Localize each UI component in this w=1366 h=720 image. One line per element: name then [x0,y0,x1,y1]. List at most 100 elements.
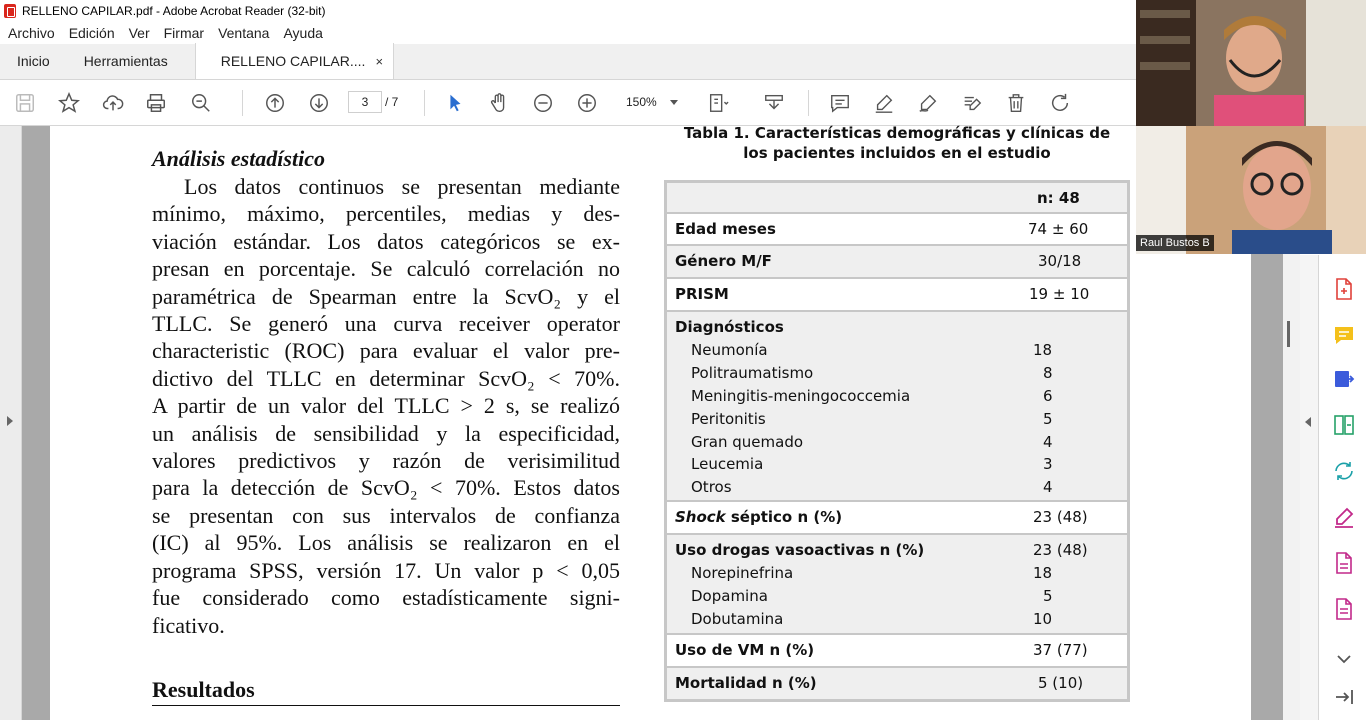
diagnosis-name: Neumonía [691,341,768,359]
tab-herramientas[interactable]: Herramientas [67,43,185,79]
para-line: mínimo, máximo, percentiles, medias y de… [152,201,620,227]
menu-edicion[interactable]: Edición [69,25,115,41]
table-row: Género M/F 30/18 [667,246,1127,277]
right-panel-toggle[interactable] [1300,255,1318,720]
menu-archivo[interactable]: Archivo [8,25,55,41]
zoom-out-icon[interactable] [531,91,555,115]
scroll-mode-icon[interactable] [762,91,786,115]
para-line: TLLC. Se generó una curva receiver opera… [152,311,620,337]
row-value: 37 (77) [1033,641,1088,659]
upload-cloud-icon[interactable] [101,91,125,115]
table-title: Tabla 1. Características demográficas y … [662,123,1132,163]
para-line: (IC) al 95%. Los análisis se realizaron … [152,530,620,556]
row-label: Edad meses [675,220,776,238]
diagnosis-name: Leucemia [691,455,764,473]
chevron-down-icon[interactable] [1332,647,1356,671]
participant-name-label: Raul Bustos B [1136,235,1214,251]
table-title-line: Tabla 1. Características demográficas y … [683,124,1111,142]
section-rule [152,705,620,706]
row-label: Uso de VM n (%) [675,641,815,659]
row-label: Shock séptico n (%) [675,508,842,526]
menu-ayuda[interactable]: Ayuda [283,25,322,41]
star-icon[interactable] [57,91,81,115]
export-pdf-icon[interactable] [1332,367,1356,391]
row-label: PRISM [675,285,729,303]
para-line: A partir de un valor del TLLC > 2 s, se … [152,393,620,419]
collapse-arrow-icon [1305,417,1311,427]
menu-ventana[interactable]: Ventana [218,25,269,41]
para-line: presan en porcentaje. Se calculó correla… [152,256,620,282]
diagnosis-value: 6 [1043,387,1053,405]
diagnosis-value: 4 [1043,478,1053,496]
select-cursor-icon[interactable] [443,91,467,115]
tab-document[interactable]: RELLENO CAPILAR.... × [194,43,395,79]
row-value: 30/18 [1038,252,1082,270]
para-line: para la detección de ScvO₂ < 70%. Estos … [152,475,620,501]
row-label-rest: séptico n (%) [725,508,843,526]
zoom-in-icon[interactable] [575,91,599,115]
highlight-pen-icon[interactable] [872,91,896,115]
zoom-search-icon[interactable] [189,91,213,115]
results-heading: Resultados [152,677,255,702]
page-up-icon[interactable] [263,91,287,115]
page-number-input[interactable]: 3 [348,91,382,113]
diagnosis-value: 3 [1043,455,1053,473]
para-line: programa SPSS, versión 17. Un valor p < … [152,557,620,583]
table-title-line: los pacientes incluidos en el estudio [743,144,1051,162]
row-value: 5 (10) [1038,674,1084,692]
page-down-icon[interactable] [307,91,331,115]
delete-icon[interactable] [1004,91,1028,115]
rotate-icon[interactable] [1048,91,1072,115]
drug-value: 5 [1043,587,1053,605]
para-line: fue considerado como estadísticamente si… [152,585,620,611]
row-label: Uso drogas vasoactivas n (%) [675,541,925,559]
left-panel-toggle[interactable] [0,126,22,720]
para-line: ficativo. [152,612,225,638]
menu-firmar[interactable]: Firmar [164,25,204,41]
row-label: Mortalidad n (%) [675,674,817,692]
body-paragraph: Los datos continuos se presentan mediant… [152,173,620,639]
table-row: Uso de VM n (%) 37 (77) [667,635,1127,666]
page-total: / 7 [385,95,399,109]
comment-icon[interactable] [828,91,852,115]
drug-name: Norepinefrina [691,564,794,582]
row-label: Género M/F [675,252,772,270]
protect-pdf-icon[interactable] [1332,551,1356,575]
more-tools-icon[interactable] [1332,597,1356,621]
scrollbar-thumb[interactable] [1287,321,1290,347]
draw-icon[interactable] [916,91,940,115]
page-fit-icon[interactable] [706,91,730,115]
row-label: Diagnósticos [675,318,784,336]
webcam-participant-1 [1136,0,1366,126]
table-header-row: n: 48 [667,183,1127,212]
para-line: viación estándar. Los datos categóricos … [152,228,620,254]
organize-pages-icon[interactable] [1332,413,1356,437]
diagnosis-name: Meningitis-meningococcemia [691,387,911,405]
toolbar-separator [424,90,425,116]
table-row: Mortalidad n (%) 5 (10) [667,668,1127,699]
row-value: 19 ± 10 [1029,285,1090,303]
tab-inicio[interactable]: Inicio [0,43,67,79]
zoom-level-select[interactable]: 150% [618,91,688,113]
diagnosis-name: Peritonitis [691,410,766,428]
para-line: dictivo del TLLC en determinar ScvO₂ < 7… [152,365,620,391]
edit-text-icon[interactable] [960,91,984,115]
create-pdf-icon[interactable] [1332,277,1356,301]
print-icon[interactable] [144,91,168,115]
table-row-drugs: Uso drogas vasoactivas n (%) 23 (48) Nor… [667,535,1127,633]
fill-sign-icon[interactable] [1332,505,1356,529]
collapse-panel-icon[interactable] [1332,685,1356,709]
menu-ver[interactable]: Ver [129,25,150,41]
tab-close-icon[interactable]: × [375,54,383,69]
comment-tool-icon[interactable] [1332,323,1356,347]
toolbar-separator [242,90,243,116]
right-tools-panel [1318,255,1366,720]
save-icon[interactable] [13,91,37,115]
send-for-review-icon[interactable] [1332,459,1356,483]
hand-tool-icon[interactable] [487,91,511,115]
drug-name: Dopamina [691,587,768,605]
para-line: characteristic (ROC) para evaluar el val… [152,338,620,364]
tab-document-label: RELLENO CAPILAR.... [220,53,366,69]
diagnosis-name: Politraumatismo [691,364,814,382]
table-row: Edad meses 74 ± 60 [667,214,1127,244]
